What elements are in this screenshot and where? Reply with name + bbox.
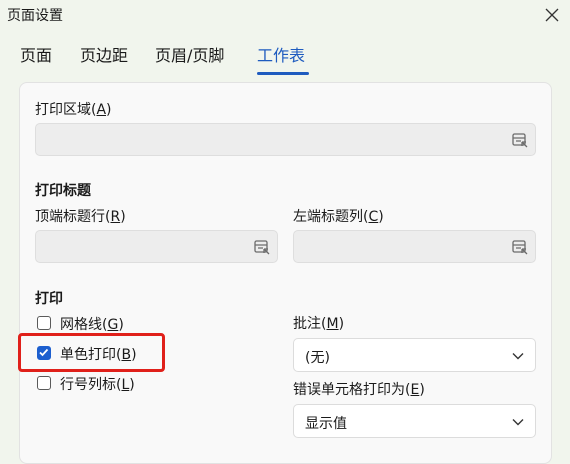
left-cols-field[interactable]	[293, 230, 536, 263]
tab-header-footer[interactable]: 页眉/页脚	[155, 42, 224, 66]
chevron-down-icon	[512, 353, 524, 360]
top-rows-label: 顶端标题行(R)	[35, 209, 126, 225]
range-select-icon[interactable]	[511, 131, 529, 149]
errors-value: 显示值	[305, 416, 347, 432]
active-tab-indicator	[257, 72, 309, 75]
errors-dropdown[interactable]: 显示值	[293, 404, 536, 438]
comments-dropdown[interactable]: (无)	[293, 338, 536, 372]
top-rows-field[interactable]	[35, 230, 278, 263]
gridlines-checkbox[interactable]	[37, 316, 51, 330]
close-icon	[545, 8, 559, 22]
left-cols-label: 左端标题列(C)	[293, 209, 384, 225]
tab-bar: 页面 页边距 页眉/页脚 工作表	[0, 42, 570, 75]
tab-margins[interactable]: 页边距	[80, 42, 128, 66]
tab-sheet[interactable]: 工作表	[257, 42, 305, 66]
comments-value: (无)	[305, 350, 330, 366]
highlight-box	[18, 333, 165, 372]
tab-page[interactable]: 页面	[20, 42, 52, 66]
range-select-icon[interactable]	[511, 238, 529, 256]
row-col-headings-checkbox[interactable]	[37, 376, 51, 390]
print-area-field[interactable]	[35, 123, 536, 156]
range-select-icon[interactable]	[253, 238, 271, 256]
title-bar: 页面设置	[0, 0, 570, 30]
print-heading: 打印	[35, 291, 63, 307]
print-titles-heading: 打印标题	[35, 183, 91, 199]
print-area-label: 打印区域(A)	[35, 102, 112, 118]
errors-label: 错误单元格打印为(E)	[293, 382, 425, 398]
dialog-title: 页面设置	[7, 8, 63, 24]
chevron-down-icon	[512, 419, 524, 426]
close-button[interactable]	[540, 3, 564, 27]
comments-label: 批注(M)	[293, 316, 345, 332]
gridlines-label[interactable]: 网格线(G)	[60, 314, 124, 334]
row-col-headings-label[interactable]: 行号列标(L)	[60, 374, 135, 394]
